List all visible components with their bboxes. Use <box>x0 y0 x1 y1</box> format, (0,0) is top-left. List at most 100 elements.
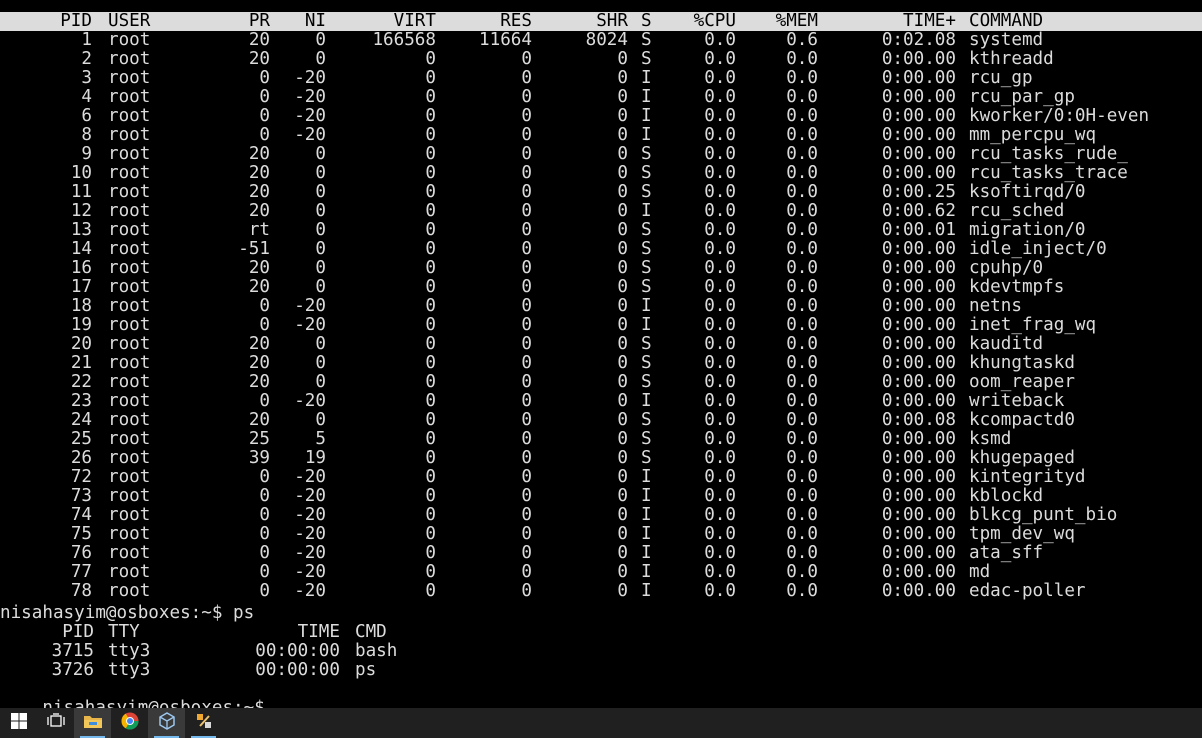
process-command: tpm_dev_wq <box>969 524 1075 544</box>
process-user: root <box>108 125 151 145</box>
ps-time: 00:00:00 <box>255 660 340 680</box>
process-shr: 0 <box>617 144 628 164</box>
process-time: 0:00.00 <box>881 524 956 544</box>
process-time: 0:00.00 <box>881 353 956 373</box>
chrome-button[interactable] <box>111 708 148 738</box>
process-virt: 0 <box>425 182 436 202</box>
process-ni: -20 <box>294 87 326 107</box>
file-explorer-button[interactable] <box>74 708 111 738</box>
process-mem: 0.0 <box>786 334 818 354</box>
process-pid: 76 <box>70 543 92 563</box>
process-shr: 0 <box>617 391 628 411</box>
col-user: USER <box>108 11 151 31</box>
process-command: ksoftirqd/0 <box>969 182 1086 202</box>
tools-app-button[interactable] <box>185 708 222 738</box>
process-time: 0:00.00 <box>881 258 956 278</box>
process-cpu: 0.0 <box>704 277 736 297</box>
shell-prompt[interactable]: nisahasyim@osboxes:~$ <box>0 680 289 709</box>
col-res: RES <box>500 11 532 31</box>
process-ni: -20 <box>294 524 326 544</box>
start-button[interactable] <box>0 708 37 738</box>
ps-cmd: ps <box>355 660 377 680</box>
process-res: 0 <box>521 277 532 297</box>
process-ni: -20 <box>294 391 326 411</box>
process-pr: 20 <box>248 182 270 202</box>
process-pr: 20 <box>248 334 270 354</box>
process-pid: 77 <box>70 562 92 582</box>
process-cpu: 0.0 <box>704 562 736 582</box>
process-pr: 20 <box>248 258 270 278</box>
process-res: 0 <box>521 125 532 145</box>
chrome-icon <box>121 712 139 734</box>
process-s: I <box>641 581 652 601</box>
process-shr: 0 <box>617 163 628 183</box>
process-time: 0:02.08 <box>881 30 956 50</box>
process-pr: 20 <box>248 410 270 430</box>
process-user: root <box>108 182 151 202</box>
process-virt: 0 <box>425 277 436 297</box>
process-shr: 0 <box>617 581 628 601</box>
process-user: root <box>108 144 151 164</box>
task-view-button[interactable] <box>37 708 74 738</box>
taskbar <box>0 708 1202 738</box>
process-time: 0:00.00 <box>881 49 956 69</box>
process-res: 0 <box>521 334 532 354</box>
process-command: rcu_tasks_trace <box>969 163 1128 183</box>
process-res: 0 <box>521 315 532 335</box>
process-pr: -51 <box>238 239 270 259</box>
process-shr: 0 <box>617 505 628 525</box>
process-res: 0 <box>521 182 532 202</box>
process-command: ata_sff <box>969 543 1044 563</box>
process-pid: 19 <box>70 315 92 335</box>
process-res: 0 <box>521 239 532 259</box>
process-virt: 0 <box>425 106 436 126</box>
process-user: root <box>108 391 151 411</box>
process-pid: 12 <box>70 201 92 221</box>
process-mem: 0.0 <box>786 353 818 373</box>
process-virt: 0 <box>425 372 436 392</box>
process-command: rcu_tasks_rude_ <box>969 144 1128 164</box>
col-cpu: %CPU <box>693 11 736 31</box>
process-user: root <box>108 30 151 50</box>
process-pid: 78 <box>70 581 92 601</box>
process-shr: 0 <box>617 239 628 259</box>
process-ni: 0 <box>315 182 326 202</box>
process-res: 0 <box>521 353 532 373</box>
process-user: root <box>108 201 151 221</box>
process-shr: 0 <box>617 201 628 221</box>
process-pr: 0 <box>259 106 270 126</box>
process-ni: 5 <box>315 429 326 449</box>
process-ni: 0 <box>315 372 326 392</box>
process-cpu: 0.0 <box>704 163 736 183</box>
process-pid: 13 <box>70 220 92 240</box>
process-shr: 0 <box>617 182 628 202</box>
process-user: root <box>108 505 151 525</box>
process-ni: 0 <box>315 30 326 50</box>
process-res: 0 <box>521 144 532 164</box>
process-cpu: 0.0 <box>704 182 736 202</box>
process-res: 11664 <box>479 30 532 50</box>
process-mem: 0.0 <box>786 429 818 449</box>
process-cpu: 0.0 <box>704 372 736 392</box>
process-user: root <box>108 220 151 240</box>
process-s: S <box>641 49 652 69</box>
process-pr: 0 <box>259 391 270 411</box>
process-virt: 0 <box>425 87 436 107</box>
process-ni: 0 <box>315 334 326 354</box>
terminal-window[interactable]: PID USER PR NI VIRT RES SHR S %CPU %MEM … <box>0 0 1202 708</box>
process-pid: 23 <box>70 391 92 411</box>
process-ni: -20 <box>294 486 326 506</box>
process-cpu: 0.0 <box>704 429 736 449</box>
process-shr: 0 <box>617 410 628 430</box>
ps-column-header: PID TTY TIME CMD <box>0 623 387 642</box>
process-virt: 0 <box>425 201 436 221</box>
process-pr: 0 <box>259 467 270 487</box>
process-ni: -20 <box>294 296 326 316</box>
process-user: root <box>108 334 151 354</box>
process-s: S <box>641 220 652 240</box>
process-s: I <box>641 486 652 506</box>
process-s: I <box>641 524 652 544</box>
process-user: root <box>108 296 151 316</box>
virtualbox-button[interactable] <box>148 708 185 738</box>
process-pr: 0 <box>259 125 270 145</box>
